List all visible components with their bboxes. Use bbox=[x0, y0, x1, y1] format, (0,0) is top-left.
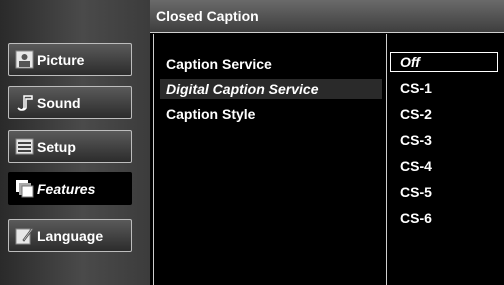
value-cs-4[interactable]: CS-4 bbox=[390, 156, 498, 176]
sidebar-item-sound[interactable]: Sound bbox=[8, 86, 132, 119]
value-cs-1[interactable]: CS-1 bbox=[390, 78, 498, 98]
value-cs-5[interactable]: CS-5 bbox=[390, 182, 498, 202]
sidebar-item-label: Language bbox=[37, 227, 104, 244]
option-caption-service[interactable]: Caption Service bbox=[160, 54, 382, 74]
value-cs-6[interactable]: CS-6 bbox=[390, 208, 498, 228]
value-cs-3[interactable]: CS-3 bbox=[390, 130, 498, 150]
language-icon bbox=[15, 226, 34, 245]
sidebar-item-label: Features bbox=[37, 180, 96, 197]
option-digital-caption-service[interactable]: Digital Caption Service bbox=[160, 79, 382, 99]
sidebar: Picture Sound Setup Features Language bbox=[0, 0, 150, 285]
value-cs-2[interactable]: CS-2 bbox=[390, 104, 498, 124]
closed-caption-panel: Closed Caption Caption Service Digital C… bbox=[150, 0, 504, 285]
sidebar-item-features[interactable]: Features bbox=[8, 172, 132, 205]
sidebar-item-label: Setup bbox=[37, 138, 76, 155]
sound-icon bbox=[15, 93, 34, 112]
page-title: Closed Caption bbox=[156, 8, 259, 24]
option-caption-style[interactable]: Caption Style bbox=[160, 104, 382, 124]
setup-icon bbox=[15, 137, 34, 156]
sidebar-item-label: Sound bbox=[37, 94, 81, 111]
divider bbox=[386, 34, 387, 285]
sidebar-item-language[interactable]: Language bbox=[8, 219, 132, 252]
sidebar-item-picture[interactable]: Picture bbox=[8, 43, 132, 76]
sidebar-item-setup[interactable]: Setup bbox=[8, 130, 132, 163]
features-icon bbox=[15, 179, 34, 198]
divider bbox=[153, 34, 154, 285]
value-off[interactable]: Off bbox=[390, 52, 498, 72]
panel-header: Closed Caption bbox=[150, 0, 504, 33]
sidebar-item-label: Picture bbox=[37, 51, 85, 68]
picture-icon bbox=[15, 50, 34, 69]
